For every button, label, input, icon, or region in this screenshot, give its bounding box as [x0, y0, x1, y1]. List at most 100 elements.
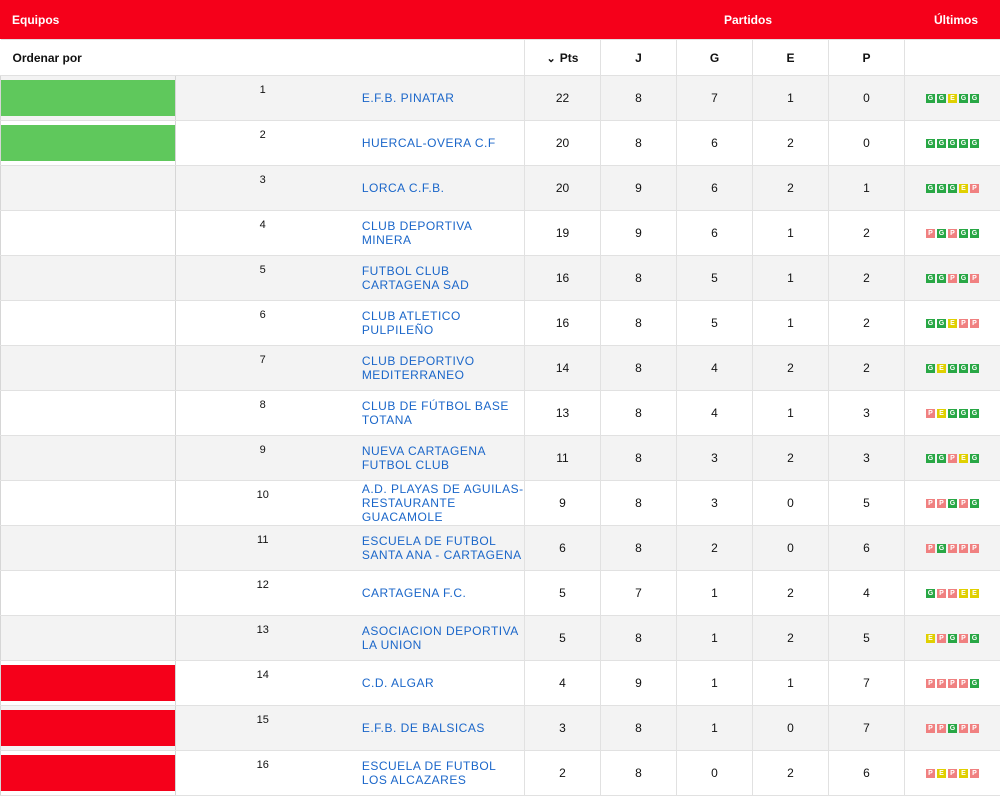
result-badge: G [959, 274, 968, 283]
order-by-label: Ordenar por [1, 40, 525, 76]
team-link[interactable]: LORCA C.F.B. [362, 181, 445, 195]
position: 6 [175, 301, 350, 346]
drawn: 1 [753, 76, 829, 121]
result-badge: G [970, 364, 979, 373]
table-row: 1E.F.B. PINATAR228710GGEGG [1, 76, 1000, 121]
result-badge: P [937, 634, 946, 643]
lost: 2 [829, 256, 905, 301]
won: 1 [677, 706, 753, 751]
zone-indicator-bar [1, 710, 175, 746]
result-badge: P [948, 229, 957, 238]
won: 3 [677, 481, 753, 526]
result-badge: G [926, 184, 935, 193]
lost: 6 [829, 751, 905, 796]
team-link[interactable]: HUERCAL-OVERA C.F [362, 136, 496, 150]
team-link[interactable]: C.D. ALGAR [362, 676, 434, 690]
drawn-header[interactable]: E [753, 40, 829, 76]
result-badge: P [948, 679, 957, 688]
won: 3 [677, 436, 753, 481]
result-badge: E [959, 184, 968, 193]
result-badge: E [937, 769, 946, 778]
team-link[interactable]: CLUB DEPORTIVA MINERA [362, 219, 472, 247]
lost: 5 [829, 481, 905, 526]
team-cell: CLUB ATLETICO PULPILEÑO [350, 301, 525, 346]
result-badge: G [937, 274, 946, 283]
position: 8 [175, 391, 350, 436]
team-link[interactable]: CARTAGENA F.C. [362, 586, 467, 600]
team-link[interactable]: A.D. PLAYAS DE AGUILAS-RESTAURANTE GUACA… [362, 482, 524, 524]
result-badge: G [959, 409, 968, 418]
result-badge: G [937, 139, 946, 148]
team-link[interactable]: NUEVA CARTAGENA FUTBOL CLUB [362, 444, 486, 472]
drawn: 0 [753, 481, 829, 526]
result-badge: G [926, 274, 935, 283]
played: 8 [601, 301, 677, 346]
zone-indicator-bar [1, 125, 175, 161]
team-link[interactable]: ESCUELA DE FUTBOL LOS ALCAZARES [362, 759, 496, 787]
table-row: 11ESCUELA DE FUTBOL SANTA ANA - CARTAGEN… [1, 526, 1000, 571]
result-badge: P [926, 409, 935, 418]
result-badge: P [970, 319, 979, 328]
result-badge: P [926, 544, 935, 553]
team-link[interactable]: CLUB ATLETICO PULPILEÑO [362, 309, 461, 337]
points: 20 [525, 121, 601, 166]
last-results: GGGEP [905, 166, 1000, 211]
played: 8 [601, 346, 677, 391]
result-badge: P [970, 274, 979, 283]
won-header[interactable]: G [677, 40, 753, 76]
result-badge: P [970, 544, 979, 553]
result-badge: P [959, 724, 968, 733]
team-link[interactable]: ESCUELA DE FUTBOL SANTA ANA - CARTAGENA [362, 534, 522, 562]
lost: 2 [829, 301, 905, 346]
result-badge: E [937, 364, 946, 373]
points: 6 [525, 526, 601, 571]
played: 8 [601, 526, 677, 571]
table-row: 7CLUB DEPORTIVO MEDITERRANEO148422GEGGG [1, 346, 1000, 391]
result-badge: P [959, 634, 968, 643]
zone-indicator-bar [1, 575, 175, 611]
result-badge: P [926, 724, 935, 733]
won: 1 [677, 616, 753, 661]
team-link[interactable]: CLUB DE FÚTBOL BASE TOTANA [362, 399, 509, 427]
table-row: 13ASOCIACION DEPORTIVA LA UNION58125EPGP… [1, 616, 1000, 661]
points: 19 [525, 211, 601, 256]
position: 3 [175, 166, 350, 211]
result-badge: E [959, 769, 968, 778]
result-badge: G [937, 184, 946, 193]
last-results: GEGGG [905, 346, 1000, 391]
team-link[interactable]: CLUB DEPORTIVO MEDITERRANEO [362, 354, 475, 382]
sort-by-points-header[interactable]: ⌄Pts [525, 40, 601, 76]
team-cell: LORCA C.F.B. [350, 166, 525, 211]
played: 9 [601, 211, 677, 256]
column-header-row: Ordenar por ⌄Pts J G E P [1, 40, 1000, 76]
team-cell: ASOCIACION DEPORTIVA LA UNION [350, 616, 525, 661]
result-badge: G [926, 94, 935, 103]
result-badge: E [937, 409, 946, 418]
zone-indicator-bar [1, 80, 175, 116]
lost-header[interactable]: P [829, 40, 905, 76]
zone-indicator [1, 256, 176, 301]
result-badge: G [926, 319, 935, 328]
team-cell: NUEVA CARTAGENA FUTBOL CLUB [350, 436, 525, 481]
team-link[interactable]: FUTBOL CLUB CARTAGENA SAD [362, 264, 469, 292]
result-badge: G [970, 454, 979, 463]
result-badge: P [959, 499, 968, 508]
drawn: 2 [753, 166, 829, 211]
team-link[interactable]: ASOCIACION DEPORTIVA LA UNION [362, 624, 518, 652]
lost: 4 [829, 571, 905, 616]
table-row: 2HUERCAL-OVERA C.F208620GGGGG [1, 121, 1000, 166]
standings-table: Ordenar por ⌄Pts J G E P 1 E.F.B. PINATAR… [0, 39, 1000, 796]
lost: 2 [829, 346, 905, 391]
result-badge: G [926, 454, 935, 463]
played: 8 [601, 436, 677, 481]
last-results: GGPGP [905, 256, 1000, 301]
last-results: PPGPP [905, 706, 1000, 751]
table-row: 10A.D. PLAYAS DE AGUILAS-RESTAURANTE GUA… [1, 481, 1000, 526]
result-badge: G [948, 364, 957, 373]
drawn: 2 [753, 436, 829, 481]
team-link[interactable]: E.F.B. PINATAR [362, 91, 455, 105]
zone-indicator-bar [1, 485, 175, 521]
team-link[interactable]: E.F.B. DE BALSICAS [362, 721, 485, 735]
played-header[interactable]: J [601, 40, 677, 76]
result-badge: P [948, 769, 957, 778]
